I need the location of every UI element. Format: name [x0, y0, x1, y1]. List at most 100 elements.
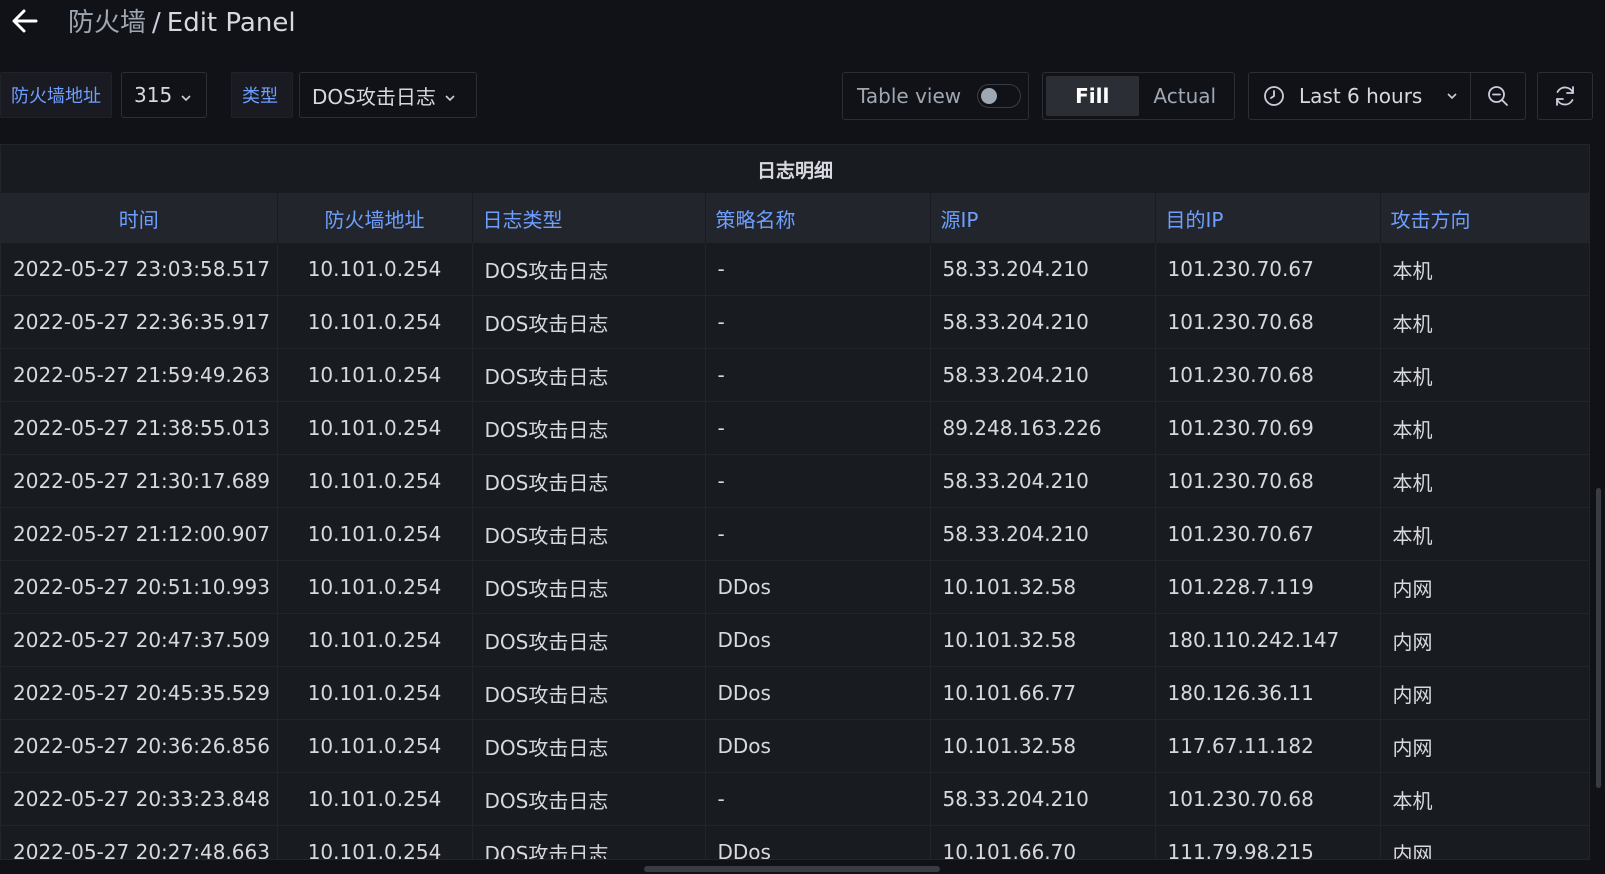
- column-header[interactable]: 目的IP: [1155, 193, 1381, 243]
- table-cell: 101.230.70.69: [1155, 401, 1381, 455]
- table-cell: 58.33.204.210: [930, 295, 1156, 349]
- fill-button[interactable]: Fill: [1046, 76, 1139, 116]
- table-cell: 101.228.7.119: [1155, 560, 1381, 614]
- actual-button[interactable]: Actual: [1139, 76, 1232, 116]
- table-header-row: 时间 防火墙地址 日志类型 策略名称 源IP 目的IP 攻击方向: [1, 193, 1589, 243]
- table-cell: 58.33.204.210: [930, 348, 1156, 402]
- table-cell: -: [705, 243, 931, 296]
- table-cell: 2022-05-27 20:51:10.993: [1, 560, 278, 614]
- table-cell: 101.230.70.68: [1155, 348, 1381, 402]
- table-cell: 101.230.70.68: [1155, 295, 1381, 349]
- table-row[interactable]: 2022-05-27 20:36:26.856 10.101.0.254 DOS攻击…: [1, 719, 1589, 773]
- table-cell: DDos: [705, 825, 931, 859]
- clock-icon: [1263, 85, 1285, 107]
- column-header[interactable]: 攻击方向: [1380, 193, 1589, 243]
- variable-select-type[interactable]: DOS攻击日志: [299, 72, 477, 118]
- table-cell: DDos: [705, 666, 931, 720]
- table-row[interactable]: 2022-05-27 22:36:35.917 10.101.0.254 DOS攻击…: [1, 295, 1589, 349]
- log-detail-panel: 日志明细 时间 防火墙地址 日志类型 策略名称 源IP 目的IP 攻击方向 2022-05-…: [0, 144, 1590, 860]
- table-row[interactable]: 2022-05-27 20:33:23.848 10.101.0.254 DOS攻击…: [1, 772, 1589, 826]
- table-cell: 内网: [1380, 613, 1589, 667]
- variable-select-firewall-address[interactable]: 315: [121, 72, 207, 118]
- table-cell: 10.101.0.254: [277, 613, 473, 667]
- table-cell: DDos: [705, 719, 931, 773]
- refresh-button[interactable]: [1537, 72, 1593, 120]
- table-cell: 117.67.11.182: [1155, 719, 1381, 773]
- table-cell: DOS攻击日志: [472, 507, 706, 561]
- table-cell: 内网: [1380, 825, 1589, 859]
- vertical-scrollbar[interactable]: [1596, 488, 1601, 788]
- table-cell: 58.33.204.210: [930, 243, 1156, 296]
- table-view-switch[interactable]: [977, 84, 1022, 108]
- chevron-down-icon: [180, 83, 192, 107]
- table-cell: 111.79.98.215: [1155, 825, 1381, 859]
- variable-label-type: 类型: [231, 72, 293, 118]
- table-row[interactable]: 2022-05-27 20:27:48.663 10.101.0.254 DOS攻击…: [1, 825, 1589, 859]
- column-header[interactable]: 策略名称: [705, 193, 931, 243]
- table-cell: 2022-05-27 20:47:37.509: [1, 613, 278, 667]
- table-cell: 本机: [1380, 772, 1589, 826]
- table-cell: 2022-05-27 23:03:58.517: [1, 243, 278, 296]
- table-cell: 10.101.0.254: [277, 243, 473, 296]
- table-cell: 10.101.0.254: [277, 401, 473, 455]
- horizontal-scrollbar[interactable]: [644, 866, 940, 872]
- table-cell: 2022-05-27 21:59:49.263: [1, 348, 278, 402]
- table-cell: DOS攻击日志: [472, 401, 706, 455]
- breadcrumb-dashboard[interactable]: 防火墙: [68, 8, 146, 38]
- table-view-toggle[interactable]: Table view: [842, 72, 1029, 120]
- table-row[interactable]: 2022-05-27 21:12:00.907 10.101.0.254 DOS攻击…: [1, 507, 1589, 561]
- switch-knob: [981, 88, 998, 104]
- table-cell: 2022-05-27 22:36:35.917: [1, 295, 278, 349]
- zoom-out-icon: [1486, 84, 1510, 108]
- table-cell: DOS攻击日志: [472, 613, 706, 667]
- table-cell: 本机: [1380, 295, 1589, 349]
- table-cell: 本机: [1380, 243, 1589, 296]
- table-cell: 2022-05-27 20:36:26.856: [1, 719, 278, 773]
- table-cell: 2022-05-27 21:30:17.689: [1, 454, 278, 508]
- column-header[interactable]: 防火墙地址: [277, 193, 473, 243]
- table-cell: 180.126.36.11: [1155, 666, 1381, 720]
- table-cell: -: [705, 401, 931, 455]
- breadcrumb-current: Edit Panel: [166, 8, 296, 38]
- chevron-down-icon: [1446, 92, 1458, 100]
- table-cell: -: [705, 507, 931, 561]
- column-header[interactable]: 源IP: [930, 193, 1156, 243]
- table-cell: 2022-05-27 21:12:00.907: [1, 507, 278, 561]
- table-cell: 58.33.204.210: [930, 772, 1156, 826]
- table-row[interactable]: 2022-05-27 20:51:10.993 10.101.0.254 DOS攻击…: [1, 560, 1589, 614]
- table-cell: 10.101.0.254: [277, 560, 473, 614]
- time-range-value: Last 6 hours: [1299, 84, 1423, 108]
- refresh-icon: [1552, 83, 1578, 109]
- table-cell: 58.33.204.210: [930, 454, 1156, 508]
- table-cell: DDos: [705, 613, 931, 667]
- table-cell: 2022-05-27 20:45:35.529: [1, 666, 278, 720]
- variable-value-type: DOS攻击日志: [312, 84, 436, 109]
- table-cell: DOS攻击日志: [472, 719, 706, 773]
- variable-value-firewall-address: 315: [134, 83, 173, 107]
- table-body: 2022-05-27 23:03:58.517 10.101.0.254 DOS攻击…: [1, 243, 1589, 859]
- table-cell: 89.248.163.226: [930, 401, 1156, 455]
- table-row[interactable]: 2022-05-27 20:47:37.509 10.101.0.254 DOS攻击…: [1, 613, 1589, 667]
- table-row[interactable]: 2022-05-27 23:03:58.517 10.101.0.254 DOS攻击…: [1, 243, 1589, 296]
- table-cell: DOS攻击日志: [472, 454, 706, 508]
- table-cell: 本机: [1380, 454, 1589, 508]
- table-row[interactable]: 2022-05-27 21:38:55.013 10.101.0.254 DOS攻击…: [1, 401, 1589, 455]
- table-row[interactable]: 2022-05-27 21:30:17.689 10.101.0.254 DOS攻击…: [1, 454, 1589, 508]
- table-view-label: Table view: [857, 84, 962, 108]
- table-cell: DDos: [705, 560, 931, 614]
- table-cell: 10.101.32.58: [930, 560, 1156, 614]
- table-cell: 10.101.0.254: [277, 825, 473, 859]
- time-range-picker[interactable]: Last 6 hours: [1248, 72, 1471, 120]
- table-row[interactable]: 2022-05-27 20:45:35.529 10.101.0.254 DOS攻击…: [1, 666, 1589, 720]
- table-cell: 10.101.32.58: [930, 613, 1156, 667]
- table-cell: 内网: [1380, 666, 1589, 720]
- zoom-out-button[interactable]: [1470, 72, 1526, 120]
- table-cell: 101.230.70.68: [1155, 454, 1381, 508]
- back-button[interactable]: [8, 6, 42, 40]
- table-row[interactable]: 2022-05-27 21:59:49.263 10.101.0.254 DOS攻击…: [1, 348, 1589, 402]
- column-header[interactable]: 时间: [1, 193, 278, 243]
- column-header[interactable]: 日志类型: [472, 193, 706, 243]
- table-cell: 10.101.0.254: [277, 454, 473, 508]
- table-cell: 内网: [1380, 719, 1589, 773]
- table-cell: 10.101.0.254: [277, 295, 473, 349]
